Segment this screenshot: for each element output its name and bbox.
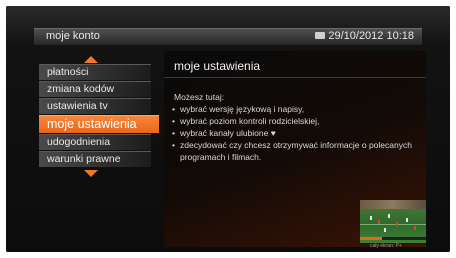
player	[370, 216, 372, 220]
bullet-list: • wybrać wersję językową i napisy, • wybra…	[170, 103, 420, 163]
panel-intro: Możesz tutaj:	[174, 92, 225, 102]
menu-item-ustawienia-tv[interactable]: ustawienia tv	[39, 98, 151, 114]
list-item: • wybrać kanały ulubione ♥	[172, 128, 276, 138]
mail-icon	[315, 32, 326, 39]
list-item: • zdecydować czy chcesz otrzymywać inform…	[172, 140, 412, 162]
info-panel: moje ustawienia Możesz tutaj: • wybrać we…	[164, 51, 426, 249]
player	[414, 226, 416, 230]
menu-item-udogodnienia[interactable]: udogodnienia	[39, 134, 151, 150]
player	[378, 220, 380, 224]
divider	[164, 77, 426, 78]
tv-screen: moje konto 29/10/2012 10:18 płatności zm…	[6, 6, 450, 252]
pitch-line	[360, 224, 426, 225]
scroll-down-arrow-icon[interactable]	[84, 170, 98, 177]
panel-title: moje ustawienia	[174, 59, 261, 73]
menu-item-warunki-prawne[interactable]: warunki prawne	[39, 151, 151, 167]
page-title: moje konto	[46, 30, 100, 42]
header-bar: moje konto 29/10/2012 10:18	[34, 28, 422, 45]
side-menu: płatności zmiana kodów ustawienia tv moj…	[39, 64, 159, 168]
menu-item-zmiana-kodow[interactable]: zmiana kodów	[39, 81, 151, 97]
player	[388, 214, 390, 218]
preview-progress-bar	[360, 237, 426, 240]
player	[384, 228, 386, 232]
datetime: 29/10/2012 10:18	[315, 30, 414, 42]
tv-preview-thumbnail[interactable]	[360, 200, 426, 243]
scroll-up-arrow-icon[interactable]	[84, 56, 98, 63]
player	[406, 218, 408, 222]
datetime-text: 29/10/2012 10:18	[328, 30, 414, 42]
player	[396, 222, 398, 226]
list-item: • wybrać poziom kontroli rodzicielskiej,	[172, 116, 320, 126]
list-item: • wybrać wersję językową i napisy,	[172, 104, 305, 114]
menu-item-platnosci[interactable]: płatności	[39, 64, 151, 80]
menu-item-moje-ustawienia[interactable]: moje ustawienia	[39, 115, 159, 133]
stadium-crowd	[360, 200, 426, 209]
preview-caption: cały ekran: P+	[370, 243, 402, 249]
